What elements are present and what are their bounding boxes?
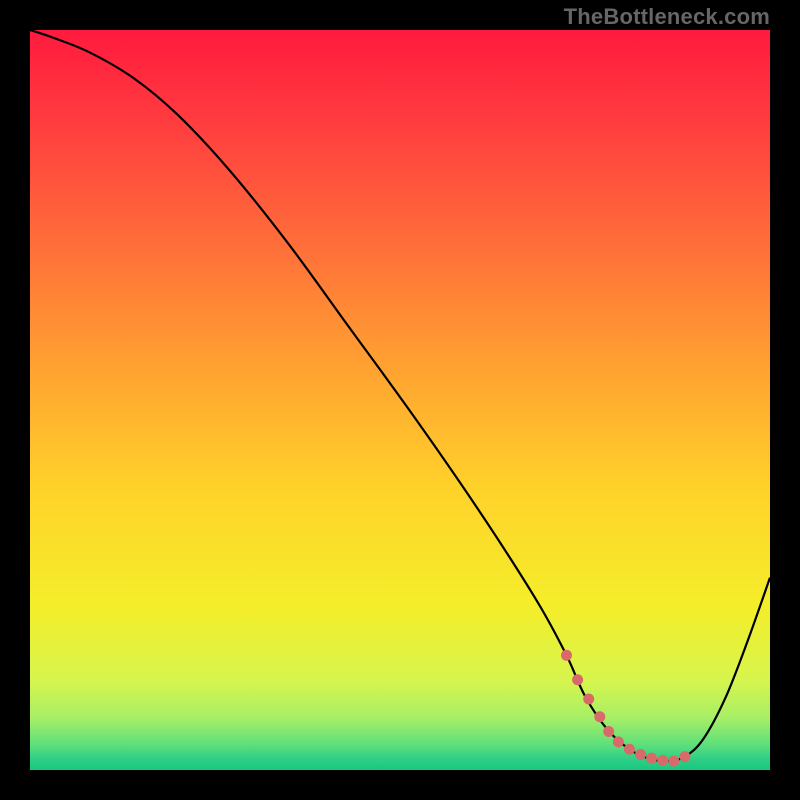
valley-dot: [635, 749, 646, 760]
valley-dot: [624, 744, 635, 755]
valley-dot: [561, 650, 572, 661]
plot-area: [30, 30, 770, 770]
valley-dot: [613, 736, 624, 747]
watermark-text: TheBottleneck.com: [564, 4, 770, 30]
valley-dot: [657, 755, 668, 766]
valley-dot: [668, 756, 679, 767]
curve-layer: [30, 30, 770, 770]
valley-dot: [646, 753, 657, 764]
valley-dot: [603, 726, 614, 737]
valley-dot: [679, 751, 690, 762]
bottleneck-curve: [30, 30, 770, 761]
chart-frame: TheBottleneck.com: [0, 0, 800, 800]
valley-dot: [583, 693, 594, 704]
valley-dot: [572, 674, 583, 685]
valley-dots: [561, 650, 690, 767]
valley-dot: [594, 711, 605, 722]
